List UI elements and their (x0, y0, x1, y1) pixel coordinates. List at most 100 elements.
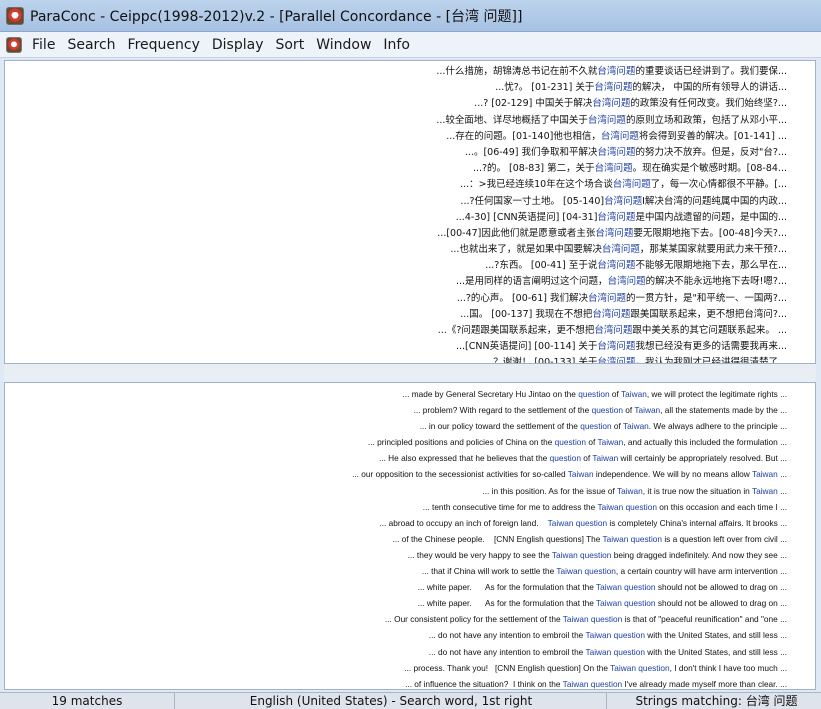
context-text: I解决台湾的问题纯属中国的内政... (642, 195, 787, 207)
menu-info[interactable]: Info (377, 37, 416, 53)
context-text: , we will protect the legitimate rights … (646, 389, 787, 399)
context-text: ，那某某国家就要用武力来干预?... (639, 244, 787, 256)
aligned-line[interactable]: ... of the Chinese people. [CNN English … (5, 531, 815, 547)
context-text: ... white paper. As for the formulation … (417, 582, 597, 593)
aligned-line[interactable]: ... problem? With regard to the settleme… (5, 402, 815, 418)
concordance-line[interactable]: ...什么措施，胡锦涛总书记在前不久就台湾问题的重要谈话已经讲到了。我们要保..… (5, 64, 815, 80)
context-text: ... He also expressed that he believes t… (378, 453, 550, 464)
context-text: , it is true now the situation in (642, 485, 752, 496)
aligned-line[interactable]: ... white paper. As for the formulation … (5, 595, 815, 611)
aligned-line[interactable]: ... they would be very happy to see the … (5, 547, 815, 563)
menu-display[interactable]: Display (206, 37, 270, 53)
context-text: ... abroad to occupy an inch of foreign … (379, 517, 548, 528)
menu-window[interactable]: Window (310, 37, 377, 53)
search-hit: 台湾问题 (592, 308, 631, 320)
aligned-line[interactable]: ... He also expressed that he believes t… (5, 450, 815, 466)
english-concordance-pane[interactable]: ... made by General Secretary Hu Jintao … (4, 382, 816, 690)
concordance-line[interactable]: ...[00-47]因此他们就是愿意或者主张台湾问题要无限期地拖下去。[00-4… (5, 226, 815, 242)
context-text: being dragged indefinitely. And now they… (611, 549, 787, 560)
menu-frequency[interactable]: Frequency (122, 37, 206, 53)
search-hit: Taiwan (620, 389, 647, 399)
search-hit: 台湾问题 (592, 98, 631, 110)
concordance-line[interactable]: ...忧?。 [01-231] 关于台湾问题的解决， 中国的所有领导人的讲话..… (5, 80, 815, 96)
aligned-line[interactable]: ... in this position. As for the issue o… (5, 483, 815, 499)
aligned-line[interactable]: ... Our consistent policy for the settle… (5, 611, 815, 627)
concordance-line[interactable]: ...?任何国家一寸土地。 [05-140]台湾问题I解决台湾的问题纯属中国的内… (5, 194, 815, 210)
aligned-line[interactable]: ... do not have any intention to embroil… (5, 627, 815, 643)
context-text: ... process. Thank you! [CNN English que… (404, 662, 611, 673)
concordance-line[interactable]: ...?的。 [08-83] 第二，关于台湾问题。现在确实是个敏感时期。[08-… (5, 161, 815, 177)
context-text: 的解决不能永远地拖下去呀!嗯?... (645, 276, 787, 288)
menu-bar: File Search Frequency Display Sort Windo… (0, 32, 821, 58)
aligned-line[interactable]: ... made by General Secretary Hu Jintao … (5, 386, 815, 402)
aligned-line[interactable]: ... abroad to occupy an inch of foreign … (5, 515, 815, 531)
menu-sort[interactable]: Sort (269, 37, 310, 53)
aligned-line[interactable]: ... our opposition to the secessionist a… (5, 466, 815, 482)
concordance-line[interactable]: ...：>我已经连续10年在这个场合谈台湾问题了，每一次心情都很不平静。[... (5, 177, 815, 193)
concordance-line[interactable]: ...?的心声。 [00-61] 我们解决台湾问题的一贯方针，是"和平统一、一国… (5, 291, 815, 307)
search-hit: 台湾问题 (597, 341, 636, 353)
context-text: ...?任何国家一寸土地。 [05-140] (460, 195, 605, 207)
chinese-concordance-pane[interactable]: ...什么措施，胡锦涛总书记在前不久就台湾问题的重要谈话已经讲到了。我们要保..… (4, 60, 816, 364)
search-hit: 台湾问题 (595, 227, 634, 239)
context-text: ...。[06-49] 我们争取和平解决 (464, 146, 598, 158)
context-text: ...较全面地、详尽地概括了中国关于 (436, 114, 588, 126)
concordance-line[interactable]: ...《?问题跟美国联系起来，更不想把台湾问题跟中美关系的其它问题联系起来。 .… (5, 323, 815, 339)
context-text: on this occasion and each time I ... (656, 501, 787, 512)
search-hit: Taiwan question (547, 517, 608, 528)
english-concordance-lines: ... made by General Secretary Hu Jintao … (5, 383, 815, 689)
search-hit: 台湾问题 (604, 195, 643, 207)
aligned-line[interactable]: ... in our policy toward the settlement … (5, 418, 815, 434)
aligned-line[interactable]: ... principled positions and policies of… (5, 434, 815, 450)
search-hit: Taiwan question (596, 582, 656, 593)
context-text: 的一贯方针，是"和平统一、一国两?... (626, 292, 787, 304)
concordance-line[interactable]: ...较全面地、详尽地概括了中国关于台湾问题的原则立场和政策，包括了从邓小平..… (5, 113, 815, 129)
search-hit: 台湾问题 (587, 114, 626, 126)
context-text: of (611, 421, 623, 432)
concordance-line[interactable]: ...?东西。 [00-41] 至于说台湾问题不能够无限期地拖下去，那么早在..… (5, 258, 815, 274)
concordance-line[interactable]: ...是用同样的语言阐明过这个问题，台湾问题的解决不能永远地拖下去呀!嗯?... (5, 274, 815, 290)
status-bar: 19 matches English (United States) - Sea… (0, 692, 821, 709)
concordance-line[interactable]: ...[CNN英语提问] [00-114] 关于台湾问题我想已经没有更多的话需要… (5, 339, 815, 355)
context-text: ...国。 [00-137] 我现在不想把 (460, 308, 593, 320)
concordance-line[interactable]: ...。[06-49] 我们争取和平解决台湾问题的努力决不放弃。但是，反对"台?… (5, 145, 815, 161)
aligned-line[interactable]: ... do not have any intention to embroil… (5, 644, 815, 660)
context-text: ... (777, 485, 787, 496)
context-text: ... in our policy toward the settlement … (419, 421, 581, 432)
concordance-line[interactable]: ...也就出来了，就是如果中国要解决台湾问题，那某某国家就要用武力来干预?... (5, 242, 815, 258)
context-text: ... they would be very happy to see the (407, 549, 552, 560)
context-text: ... do not have any intention to embroil… (428, 646, 586, 657)
concordance-line[interactable]: ...国。 [00-137] 我现在不想把台湾问题跟美国联系起来，更不想把台湾问… (5, 307, 815, 323)
context-text: ...《?问题跟美国联系起来，更不想把 (437, 325, 595, 336)
concordance-line[interactable]: ...？谢谢！ [00-133] 关于台湾问题，我认为我刚才已经讲得很清楚了..… (5, 355, 815, 364)
concordance-line[interactable]: ...? [02-129] 中国关于解决台湾问题的政策没有任何改变。我们始终坚?… (5, 96, 815, 112)
language-status: English (United States) - Search word, 1… (176, 693, 607, 709)
menu-search[interactable]: Search (61, 37, 121, 53)
document-menu-icon[interactable] (6, 36, 22, 53)
context-text: ... made by General Secretary Hu Jintao … (402, 389, 579, 399)
context-text: ... do not have any intention to embroil… (428, 630, 586, 641)
search-hit: 台湾问题 (597, 66, 636, 77)
search-hit: 台湾问题 (612, 179, 651, 191)
aligned-line[interactable]: ... of influence the situation? I think … (5, 676, 815, 689)
context-text: ... that if China will work to settle th… (421, 566, 557, 577)
aligned-line[interactable]: ... process. Thank you! [CNN English que… (5, 660, 815, 676)
context-text: I've already made myself more than clear… (622, 678, 787, 689)
chinese-concordance-lines: ...什么措施，胡锦涛总书记在前不久就台湾问题的重要谈话已经讲到了。我们要保..… (5, 61, 815, 364)
search-hit: 台湾问题 (597, 260, 636, 272)
aligned-line[interactable]: ... that if China will work to settle th… (5, 563, 815, 579)
context-text: 不能够无限期地拖下去，那么早在... (635, 260, 787, 272)
aligned-line[interactable]: ... tenth consecutive time for me to add… (5, 499, 815, 515)
context-text: , all the statements made by the ... (660, 405, 787, 416)
concordance-line[interactable]: ...4-30] [CNN英语提问] [04-31]台湾问题是中国内战遗留的问题… (5, 210, 815, 226)
context-text: 是中国内战遗留的问题，是中国的... (635, 211, 787, 223)
search-hit: Taiwan (634, 405, 661, 416)
menu-file[interactable]: File (26, 37, 61, 53)
context-text: . We always adhere to the principle ... (648, 421, 787, 432)
search-hit: 台湾问题 (597, 357, 636, 364)
aligned-line[interactable]: ... white paper. As for the formulation … (5, 579, 815, 595)
app-icon[interactable] (6, 6, 24, 25)
context-text: ...[CNN英语提问] [00-114] 关于 (456, 341, 598, 353)
concordance-line[interactable]: ...存在的问题。[01-140]他也相信，台湾问题将会得到妥善的解决。[01-… (5, 129, 815, 145)
pane-splitter[interactable] (4, 364, 816, 382)
